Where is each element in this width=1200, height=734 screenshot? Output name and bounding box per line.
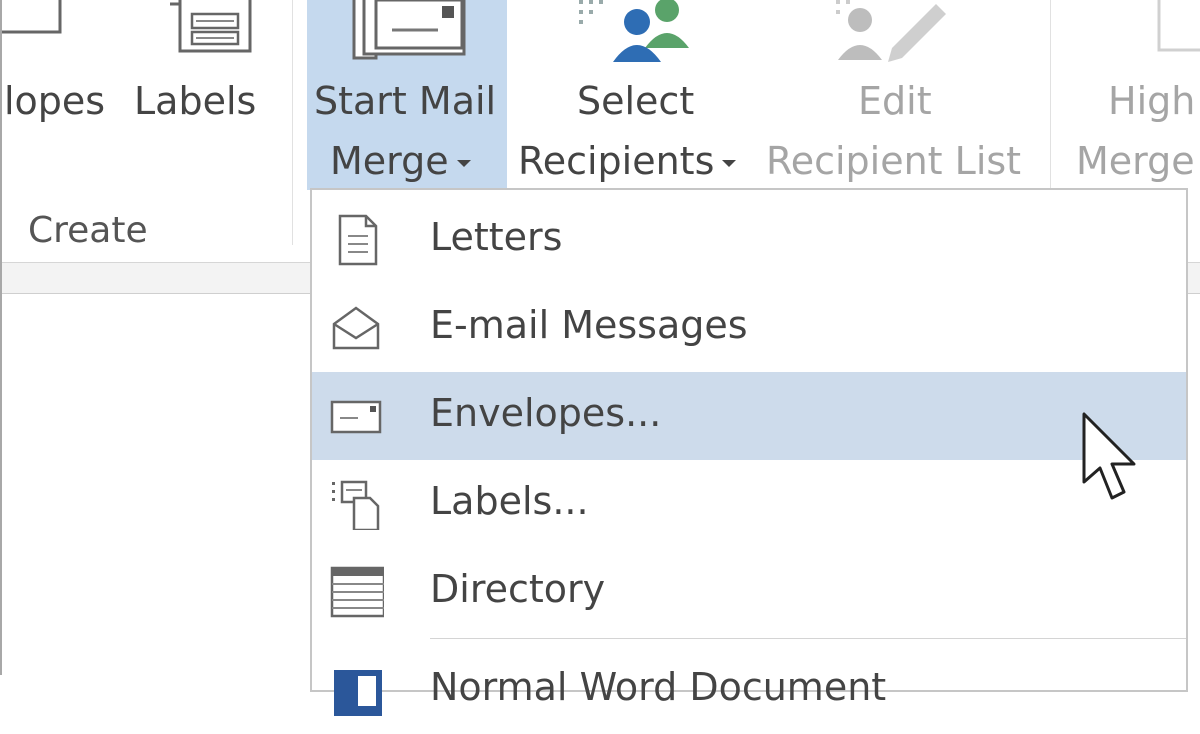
menu-item-label: Normal Word Document xyxy=(430,665,887,709)
labels-icon xyxy=(332,480,380,530)
window-frame-left xyxy=(0,0,2,675)
email-envelope-icon xyxy=(332,306,380,350)
menu-item-label: Envelopes... xyxy=(430,391,662,435)
chevron-down-icon xyxy=(722,160,737,167)
menu-item-email-messages[interactable]: E-mail Messages xyxy=(312,284,1186,372)
menu-item-label: Letters xyxy=(430,215,563,259)
chevron-down-icon xyxy=(456,160,471,167)
select-recipients-label-line1[interactable]: Select xyxy=(577,82,694,120)
group-separator xyxy=(292,0,293,245)
directory-icon xyxy=(330,566,384,618)
envelope-icon xyxy=(330,400,382,434)
labels-button-label[interactable]: Labels xyxy=(134,82,256,120)
create-group-title: Create xyxy=(28,210,148,251)
menu-item-normal-word-document[interactable]: Normal Word Document xyxy=(312,646,1186,734)
edit-recipient-list-label-line2: Recipient List xyxy=(766,139,1022,183)
menu-item-envelopes[interactable]: Envelopes... xyxy=(312,372,1186,460)
menu-item-labels[interactable]: Labels... xyxy=(312,460,1186,548)
menu-item-directory[interactable]: Directory xyxy=(312,548,1186,636)
start-mail-merge-icon xyxy=(352,0,466,60)
letter-page-icon xyxy=(338,214,378,266)
envelope-icon xyxy=(0,0,62,34)
select-recipients-icon[interactable] xyxy=(575,0,695,62)
highlight-merge-fields-icon xyxy=(1157,0,1200,52)
highlight-merge-label-line1: High xyxy=(1108,79,1196,123)
highlight-merge-label-line2: Merge xyxy=(1076,139,1195,183)
start-mail-merge-label-line1: Start Mail xyxy=(314,79,497,123)
menu-item-label: E-mail Messages xyxy=(430,303,748,347)
select-recipients-label-text: Recipients xyxy=(518,139,715,183)
menu-item-letters[interactable]: Letters xyxy=(312,196,1186,284)
word-document-icon xyxy=(334,670,382,716)
menu-item-label: Directory xyxy=(430,567,606,611)
start-mail-merge-label-line2: Merge xyxy=(330,142,471,180)
labels-icon[interactable] xyxy=(170,0,255,55)
menu-item-label: Labels... xyxy=(430,479,589,523)
select-recipients-label-line2[interactable]: Recipients xyxy=(518,139,737,183)
mouse-cursor-icon xyxy=(1082,412,1136,500)
envelopes-button-label[interactable]: lopes xyxy=(4,82,105,120)
start-mail-merge-label-text: Merge xyxy=(330,139,449,183)
menu-separator xyxy=(430,638,1186,639)
edit-recipient-list-label-line1: Edit xyxy=(858,79,932,123)
start-mail-merge-menu: Letters E-mail Messages Envelopes... Lab… xyxy=(310,188,1188,716)
edit-recipient-list-icon xyxy=(836,0,946,62)
